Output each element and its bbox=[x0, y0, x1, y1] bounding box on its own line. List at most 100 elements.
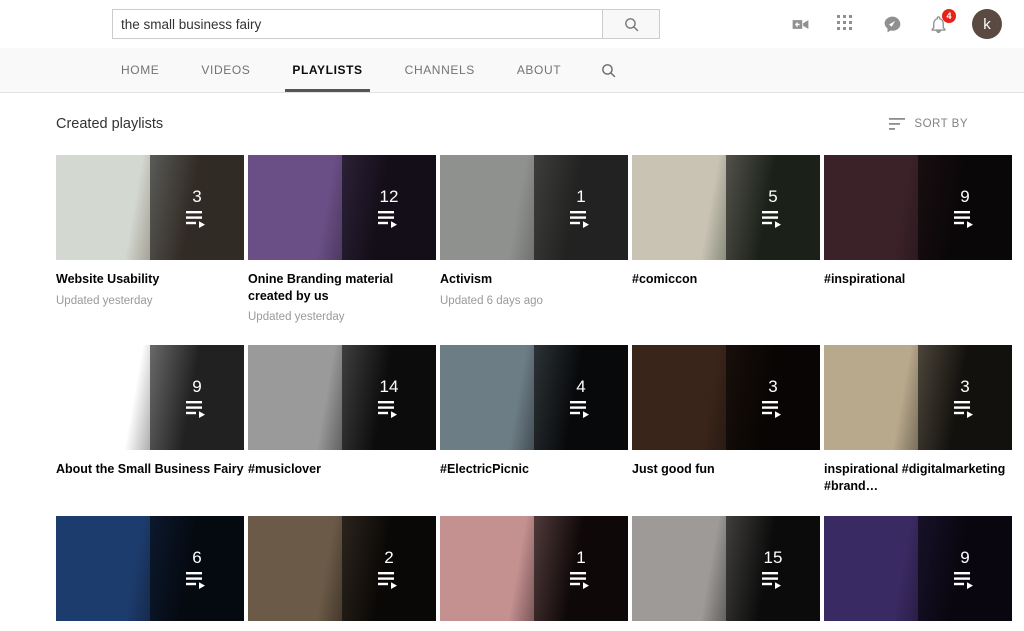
masthead-actions: 4 k bbox=[788, 0, 1002, 48]
playlist-play-icon bbox=[378, 210, 397, 228]
playlist-video-count: 1 bbox=[576, 186, 586, 206]
search-icon bbox=[624, 17, 638, 31]
notification-count-badge: 4 bbox=[942, 9, 956, 23]
playlist-overlay: 14 bbox=[342, 345, 436, 450]
playlist-overlay: 9 bbox=[918, 155, 1012, 260]
sort-by-button[interactable]: SORT BY bbox=[889, 117, 968, 131]
playlist-card[interactable]: 9 #inspirational bbox=[824, 155, 1012, 323]
playlist-play-icon bbox=[186, 400, 205, 418]
playlist-card[interactable]: 2 Websites bbox=[248, 516, 436, 631]
playlist-card[interactable]: 14 #musiclover bbox=[248, 345, 436, 494]
playlist-thumbnail[interactable]: 9 bbox=[56, 345, 244, 450]
search-icon bbox=[602, 63, 616, 77]
playlist-video-count: 5 bbox=[768, 186, 778, 206]
playlist-video-count: 3 bbox=[768, 376, 778, 396]
playlist-overlay: 1 bbox=[534, 516, 628, 621]
playlist-thumbnail[interactable]: 14 bbox=[248, 345, 436, 450]
playlist-thumbnail[interactable]: 4 bbox=[440, 345, 628, 450]
playlist-thumbnail[interactable]: 3 bbox=[56, 155, 244, 260]
playlist-thumbnail[interactable]: 2 bbox=[248, 516, 436, 621]
playlist-thumbnail[interactable]: 9 bbox=[824, 155, 1012, 260]
playlist-card[interactable]: 4 #ElectricPicnic bbox=[440, 345, 628, 494]
playlist-play-icon bbox=[186, 210, 205, 228]
playlist-play-icon bbox=[762, 400, 781, 418]
search-input[interactable] bbox=[112, 9, 602, 39]
playlist-card[interactable]: 6 #inspirational bbox=[56, 516, 244, 631]
playlist-card[interactable]: 3 Just good fun bbox=[632, 345, 820, 494]
playlist-video-count: 3 bbox=[192, 186, 202, 206]
playlist-title: inspirational #digitalmarketing #brand… bbox=[824, 462, 1006, 493]
tab-about[interactable]: ABOUT bbox=[496, 48, 582, 92]
playlist-thumbnail[interactable]: 9 bbox=[824, 516, 1012, 621]
playlist-thumbnail[interactable]: 3 bbox=[824, 345, 1012, 450]
playlist-play-icon bbox=[954, 400, 973, 418]
playlist-play-icon bbox=[954, 571, 973, 589]
tab-home[interactable]: HOME bbox=[100, 48, 180, 92]
playlist-card[interactable]: 5 #comiccon bbox=[632, 155, 820, 323]
playlist-video-count: 15 bbox=[763, 547, 783, 567]
playlist-play-icon bbox=[570, 210, 589, 228]
playlist-title: Just good fun bbox=[632, 462, 715, 476]
playlist-thumbnail[interactable]: 6 bbox=[56, 516, 244, 621]
playlists-content: Created playlists SORT BY 3 Website Usab… bbox=[0, 93, 1024, 631]
section-header: Created playlists SORT BY bbox=[56, 93, 968, 155]
playlist-play-icon bbox=[570, 400, 589, 418]
playlist-title: Website Usability bbox=[56, 272, 160, 286]
notifications-bell-icon[interactable]: 4 bbox=[926, 9, 956, 36]
playlist-overlay: 15 bbox=[726, 516, 820, 621]
playlist-card[interactable]: 12 Onine Branding material created by us… bbox=[248, 155, 436, 323]
playlist-card[interactable]: 3 inspirational #digitalmarketing #brand… bbox=[824, 345, 1012, 494]
playlist-video-count: 9 bbox=[960, 547, 970, 567]
playlist-play-icon bbox=[570, 571, 589, 589]
playlist-thumbnail[interactable]: 1 bbox=[440, 155, 628, 260]
playlist-overlay: 6 bbox=[150, 516, 244, 621]
playlist-card[interactable]: 3 Website Usability Updated yesterday bbox=[56, 155, 244, 323]
tab-channels[interactable]: CHANNELS bbox=[384, 48, 496, 92]
playlist-title: #inspirational bbox=[824, 272, 906, 286]
playlist-overlay: 2 bbox=[342, 516, 436, 621]
playlist-thumbnail[interactable]: 5 bbox=[632, 155, 820, 260]
search-button[interactable] bbox=[602, 9, 660, 39]
playlist-title: Activism bbox=[440, 272, 493, 286]
upload-video-icon[interactable] bbox=[788, 12, 812, 36]
playlist-card[interactable]: 9 About the Small Business Fairy bbox=[56, 345, 244, 494]
playlist-overlay: 12 bbox=[342, 155, 436, 260]
playlist-thumbnail[interactable]: 12 bbox=[248, 155, 436, 260]
playlist-overlay: 5 bbox=[726, 155, 820, 260]
playlist-play-icon bbox=[762, 210, 781, 228]
page-title: Created playlists bbox=[56, 116, 164, 132]
tab-videos[interactable]: VIDEOS bbox=[180, 48, 271, 92]
playlist-card[interactable]: 1 Animation bbox=[440, 516, 628, 631]
playlist-overlay: 9 bbox=[150, 345, 244, 450]
playlist-title: Onine Branding material created by us bbox=[248, 272, 394, 303]
playlist-title: #musiclover bbox=[248, 462, 321, 476]
playlist-card[interactable]: 1 Activism Updated 6 days ago bbox=[440, 155, 628, 323]
search-bar bbox=[112, 9, 660, 39]
playlist-card[interactable]: 15 #websummit bbox=[632, 516, 820, 631]
playlist-updated: Updated 6 days ago bbox=[440, 294, 543, 307]
playlist-overlay: 3 bbox=[150, 155, 244, 260]
playlists-grid: 3 Website Usability Updated yesterday 12 bbox=[56, 155, 1012, 631]
playlist-video-count: 12 bbox=[379, 186, 399, 206]
playlist-overlay: 3 bbox=[726, 345, 820, 450]
playlist-overlay: 9 bbox=[918, 516, 1012, 621]
playlist-video-count: 9 bbox=[192, 376, 202, 396]
tab-playlists[interactable]: PLAYLISTS bbox=[271, 48, 383, 92]
playlist-thumbnail[interactable]: 3 bbox=[632, 345, 820, 450]
playlist-overlay: 3 bbox=[918, 345, 1012, 450]
playlist-overlay: 1 bbox=[534, 155, 628, 260]
playlist-updated: Updated yesterday bbox=[56, 294, 153, 307]
playlist-video-count: 4 bbox=[576, 376, 586, 396]
messages-icon[interactable] bbox=[880, 12, 904, 36]
playlist-card[interactable]: 9 #websummit2015 bbox=[824, 516, 1012, 631]
playlist-play-icon bbox=[954, 210, 973, 228]
masthead: 4 k bbox=[0, 0, 1024, 48]
apps-grid-icon[interactable] bbox=[834, 12, 858, 36]
avatar[interactable]: k bbox=[972, 9, 1002, 39]
playlist-play-icon bbox=[186, 571, 205, 589]
playlist-updated: Updated yesterday bbox=[248, 311, 345, 323]
playlist-thumbnail[interactable]: 15 bbox=[632, 516, 820, 621]
channel-search-button[interactable] bbox=[582, 48, 635, 92]
playlist-thumbnail[interactable]: 1 bbox=[440, 516, 628, 621]
playlist-overlay: 4 bbox=[534, 345, 628, 450]
